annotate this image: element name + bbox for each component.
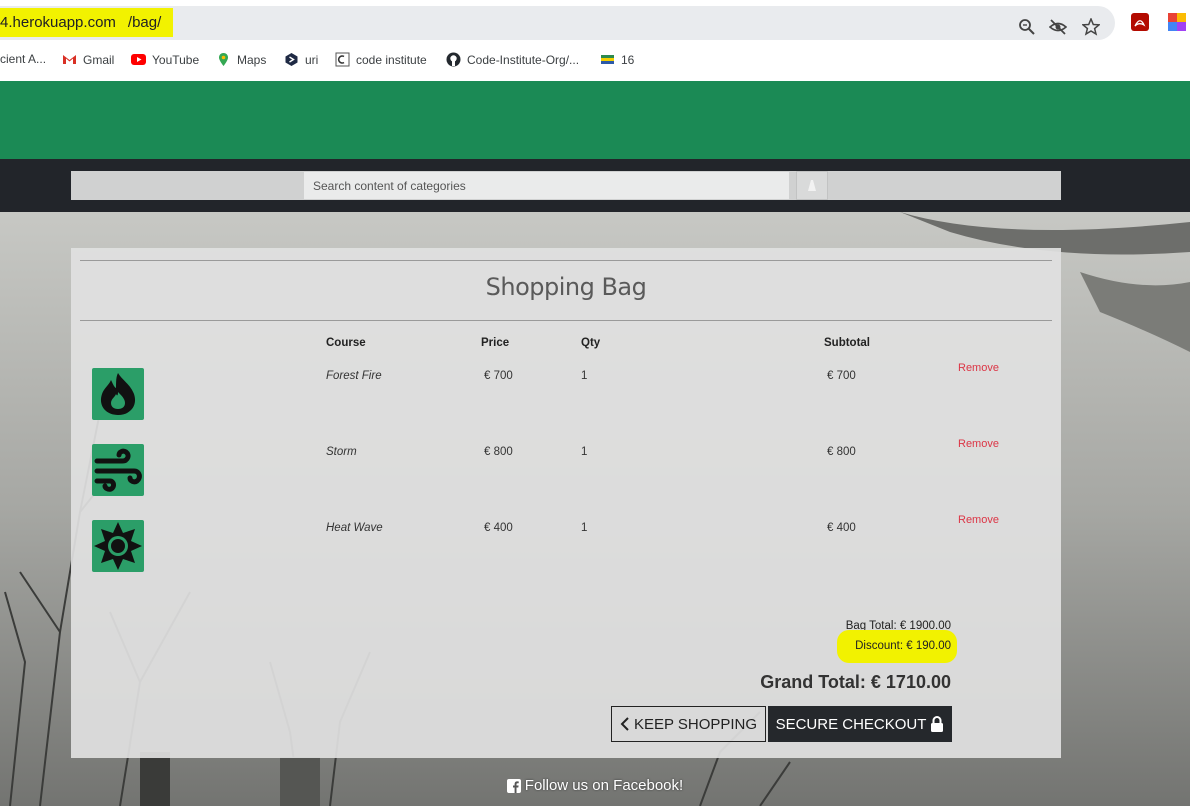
- facebook-link[interactable]: Follow us on Facebook!: [525, 777, 683, 794]
- gmail-icon: [63, 55, 76, 64]
- col-header-course: Course: [326, 337, 366, 349]
- url-path: /bag/: [125, 8, 174, 37]
- search-input[interactable]: [304, 172, 789, 199]
- discount: Discount: € 190.00: [855, 640, 951, 652]
- course-thumbnail[interactable]: [92, 520, 144, 572]
- facebook-icon: [506, 778, 521, 793]
- remove-link[interactable]: Remove: [958, 438, 999, 450]
- search-button[interactable]: [796, 171, 828, 200]
- remove-link[interactable]: Remove: [958, 362, 999, 374]
- price: € 800: [484, 446, 513, 458]
- grand-total: Grand Total: € 1710.00: [760, 672, 951, 692]
- bookmark-uri[interactable]: uri: [284, 52, 318, 67]
- col-header-subtotal: Subtotal: [824, 337, 870, 349]
- wind-icon: [94, 448, 142, 492]
- divider: [80, 260, 1052, 261]
- bookmark-youtube[interactable]: YouTube: [131, 52, 199, 67]
- col-header-qty: Qty: [581, 337, 601, 349]
- zoom-icon[interactable]: [1018, 18, 1036, 36]
- bookmark-code-institute[interactable]: code institute: [335, 52, 427, 67]
- color-grid-extension-icon[interactable]: [1168, 13, 1186, 31]
- price: € 700: [484, 370, 513, 382]
- course-thumbnail[interactable]: [92, 368, 144, 420]
- remove-link[interactable]: Remove: [958, 514, 999, 526]
- bookmark-github[interactable]: Code-Institute-Org/...: [446, 52, 579, 67]
- address-bar[interactable]: 4.herokuapp.com/bag/: [0, 6, 1115, 40]
- col-header-price: Price: [481, 337, 510, 349]
- bookmark-maps[interactable]: Maps: [216, 52, 266, 67]
- url-prefix: 4.herokuapp.com: [0, 8, 126, 37]
- secure-checkout-button[interactable]: SECURE CHECKOUT: [768, 706, 952, 742]
- code-institute-icon: [335, 52, 350, 67]
- shopping-bag-panel: Shopping Bag Course Price Qty Subtotal F…: [71, 248, 1061, 758]
- youtube-icon: [131, 54, 146, 65]
- flag-icon: [601, 55, 614, 64]
- quantity: 1: [581, 446, 588, 458]
- sun-icon: [94, 522, 142, 570]
- course-name: Storm: [326, 446, 357, 458]
- quantity: 1: [581, 370, 588, 382]
- course-name: Forest Fire: [326, 370, 382, 382]
- quantity: 1: [581, 522, 588, 534]
- bookmark-item[interactable]: cient A...: [0, 52, 46, 66]
- github-icon: [446, 52, 461, 67]
- subtotal: € 700: [827, 370, 856, 382]
- subtotal: € 400: [827, 522, 856, 534]
- keep-shopping-button[interactable]: KEEP SHOPPING: [611, 706, 766, 742]
- browser-toolbar: 4.herokuapp.com/bag/: [0, 0, 1190, 46]
- price: € 400: [484, 522, 513, 534]
- chevron-left-icon: [620, 717, 629, 731]
- url-text[interactable]: 4.herokuapp.com/bag/: [0, 8, 174, 37]
- bookmarks-bar: cient A... Gmail YouTube Maps uri code i…: [0, 46, 1190, 74]
- secure-checkout-label: SECURE CHECKOUT: [775, 715, 927, 733]
- lock-icon: [931, 716, 944, 732]
- search-icon: [808, 180, 816, 191]
- course-name: Heat Wave: [326, 522, 383, 534]
- pdf-extension-icon[interactable]: [1131, 13, 1149, 31]
- star-icon[interactable]: [1082, 18, 1100, 36]
- site-header: [0, 81, 1190, 159]
- keep-shopping-label: KEEP SHOPPING: [633, 715, 758, 733]
- course-thumbnail[interactable]: [92, 444, 144, 496]
- footer: Follow us on Facebook!: [0, 777, 1190, 794]
- bookmark-gmail[interactable]: Gmail: [62, 52, 114, 67]
- divider: [80, 320, 1052, 321]
- fire-icon: [100, 373, 136, 415]
- maps-icon: [219, 53, 228, 66]
- bookmark-16[interactable]: 16: [600, 52, 634, 67]
- uri-icon: [285, 53, 298, 66]
- eye-off-icon[interactable]: [1049, 18, 1067, 36]
- subtotal: € 800: [827, 446, 856, 458]
- page-title: Shopping Bag: [485, 273, 647, 301]
